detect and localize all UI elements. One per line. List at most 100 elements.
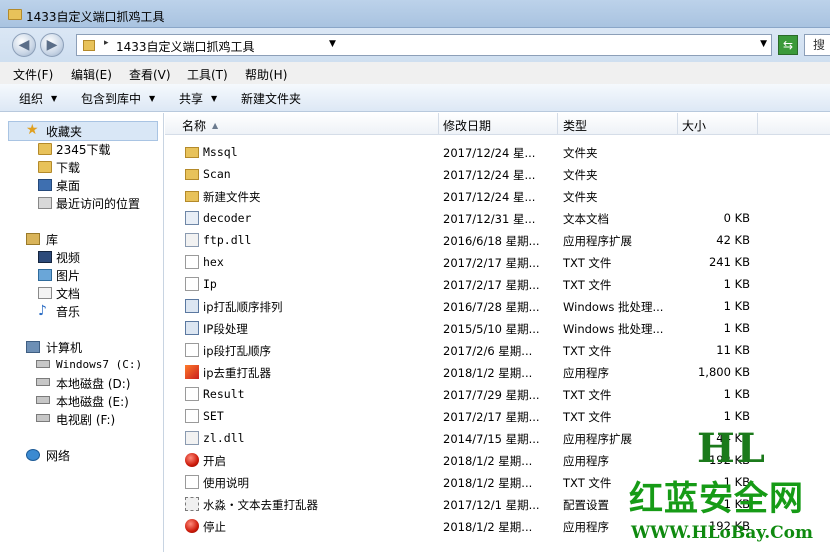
config-file-icon	[185, 497, 199, 511]
file-date: 2018/1/2 星期...	[443, 476, 533, 490]
organize-button[interactable]: 组织 ▼	[19, 90, 57, 107]
app-icon	[185, 365, 199, 379]
file-row[interactable]: 新建文件夹 2017/12/24 星... 文件夹	[165, 185, 830, 207]
refresh-icon: ⇆	[782, 38, 794, 52]
nav-item-videos[interactable]: 视频	[56, 249, 80, 266]
nav-network[interactable]: 网络	[46, 447, 70, 464]
column-divider[interactable]	[757, 113, 758, 135]
folder-icon	[38, 143, 52, 155]
menu-tools[interactable]: 工具(T)	[187, 66, 228, 83]
file-type: 应用程序	[563, 520, 609, 534]
file-row[interactable]: Ip 2017/2/17 星期... TXT 文件 1 KB	[165, 273, 830, 295]
file-name: Result	[203, 387, 245, 401]
text-file-icon	[185, 343, 199, 357]
include-label: 包含到库中	[81, 92, 142, 106]
file-name: 新建文件夹	[203, 190, 261, 204]
nav-item-drive-c[interactable]: Windows7 (C:)	[56, 358, 142, 371]
include-in-library-button[interactable]: 包含到库中 ▼	[81, 90, 155, 107]
file-date: 2017/2/17 星期...	[443, 278, 540, 292]
watermark: HL 红蓝安全网 WWW.HLoBay.Com	[625, 425, 830, 552]
menu-help[interactable]: 帮助(H)	[245, 66, 287, 83]
chevron-down-icon: ▼	[149, 94, 156, 103]
menu-edit[interactable]: 编辑(E)	[71, 66, 112, 83]
column-divider[interactable]	[438, 113, 439, 135]
nav-computer[interactable]: 计算机	[46, 339, 82, 356]
nav-item-drive-f[interactable]: 电视剧 (F:)	[56, 411, 115, 428]
file-name: ip段打乱顺序	[203, 344, 271, 358]
file-type: Windows 批处理...	[563, 300, 664, 314]
nav-libraries[interactable]: 库	[46, 231, 58, 248]
column-header-row: 名称 ▲ 修改日期 类型 大小	[165, 113, 830, 135]
folder-icon	[185, 169, 199, 180]
column-name[interactable]: 名称 ▲	[182, 117, 218, 134]
new-folder-button[interactable]: 新建文件夹	[241, 90, 301, 107]
nav-item-downloads[interactable]: 下载	[56, 159, 80, 176]
network-icon	[26, 449, 40, 461]
file-row[interactable]: SET 2017/2/17 星期... TXT 文件 1 KB	[165, 405, 830, 427]
file-row[interactable]: Result 2017/7/29 星期... TXT 文件 1 KB	[165, 383, 830, 405]
address-dropdown-icon[interactable]: ▼	[760, 39, 767, 49]
column-size[interactable]: 大小	[682, 117, 706, 134]
file-row[interactable]: ip段打乱顺序 2017/2/6 星期... TXT 文件 11 KB	[165, 339, 830, 361]
search-input[interactable]: 搜	[804, 34, 830, 56]
forward-button[interactable]: ▶	[40, 33, 64, 57]
menu-file[interactable]: 文件(F)	[13, 66, 53, 83]
file-row[interactable]: hex 2017/2/17 星期... TXT 文件 241 KB	[165, 251, 830, 273]
title-bar: 1433自定义端口抓鸡工具	[0, 0, 830, 28]
column-date[interactable]: 修改日期	[443, 117, 491, 134]
file-type: 文件夹	[563, 146, 598, 160]
file-size: 1,800 KB	[697, 365, 750, 379]
refresh-button[interactable]: ⇆	[778, 35, 798, 55]
share-button[interactable]: 共享 ▼	[179, 90, 217, 107]
text-file-icon	[185, 387, 199, 401]
back-button[interactable]: ◀	[12, 33, 36, 57]
nav-item-documents[interactable]: 文档	[56, 285, 80, 302]
drive-icon	[36, 378, 50, 386]
file-row[interactable]: IP段处理 2015/5/10 星期... Windows 批处理... 1 KB	[165, 317, 830, 339]
drive-icon	[36, 414, 50, 422]
window-title: 1433自定义端口抓鸡工具	[26, 10, 165, 24]
nav-item-music[interactable]: 音乐	[56, 303, 80, 320]
column-divider[interactable]	[677, 113, 678, 135]
folder-icon	[185, 147, 199, 158]
column-type[interactable]: 类型	[563, 117, 587, 134]
file-name: IP段处理	[203, 322, 248, 336]
star-icon: ★	[26, 122, 39, 138]
breadcrumb-path[interactable]: 1433自定义端口抓鸡工具	[116, 38, 255, 55]
nav-item-drive-e[interactable]: 本地磁盘 (E:)	[56, 393, 129, 410]
file-name: ftp.dll	[203, 233, 252, 247]
file-date: 2017/2/17 星期...	[443, 256, 540, 270]
nav-item-drive-d[interactable]: 本地磁盘 (D:)	[56, 375, 130, 392]
file-row[interactable]: ftp.dll 2016/6/18 星期... 应用程序扩展 42 KB	[165, 229, 830, 251]
nav-item-pictures[interactable]: 图片	[56, 267, 80, 284]
column-name-label: 名称	[182, 119, 207, 133]
nav-item-desktop[interactable]: 桌面	[56, 177, 80, 194]
file-name: 开启	[203, 454, 226, 468]
breadcrumb-separator-icon: ▸	[104, 38, 109, 48]
drive-icon	[36, 360, 50, 368]
file-date: 2016/6/18 星期...	[443, 234, 540, 248]
file-row[interactable]: ip去重打乱器 2018/1/2 星期... 应用程序 1,800 KB	[165, 361, 830, 383]
text-file-icon	[185, 255, 199, 269]
file-row[interactable]: Scan 2017/12/24 星... 文件夹	[165, 163, 830, 185]
column-divider[interactable]	[557, 113, 558, 135]
file-name: ip去重打乱器	[203, 366, 271, 380]
nav-favorites[interactable]: 收藏夹	[46, 123, 82, 140]
address-bar[interactable]: ▸ 1433自定义端口抓鸡工具 ▼ ▼	[76, 34, 772, 56]
chevron-down-icon[interactable]: ▼	[329, 39, 336, 49]
file-date: 2016/7/28 星期...	[443, 300, 540, 314]
file-row[interactable]: Mssql 2017/12/24 星... 文件夹	[165, 141, 830, 163]
nav-item-2345-downloads[interactable]: 2345下载	[56, 141, 111, 158]
file-type: TXT 文件	[563, 476, 612, 490]
file-type: 文本文档	[563, 212, 609, 226]
dll-file-icon	[185, 233, 199, 247]
batch-file-icon	[185, 299, 199, 313]
file-row[interactable]: decoder 2017/12/31 星... 文本文档 0 KB	[165, 207, 830, 229]
file-date: 2017/12/24 星...	[443, 146, 536, 160]
nav-item-recent[interactable]: 最近访问的位置	[56, 195, 140, 212]
file-date: 2017/7/29 星期...	[443, 388, 540, 402]
file-type: 文件夹	[563, 168, 598, 182]
arrow-right-icon: ▶	[46, 37, 58, 53]
menu-view[interactable]: 查看(V)	[129, 66, 171, 83]
file-row[interactable]: ip打乱顺序排列 2016/7/28 星期... Windows 批处理... 1 K…	[165, 295, 830, 317]
